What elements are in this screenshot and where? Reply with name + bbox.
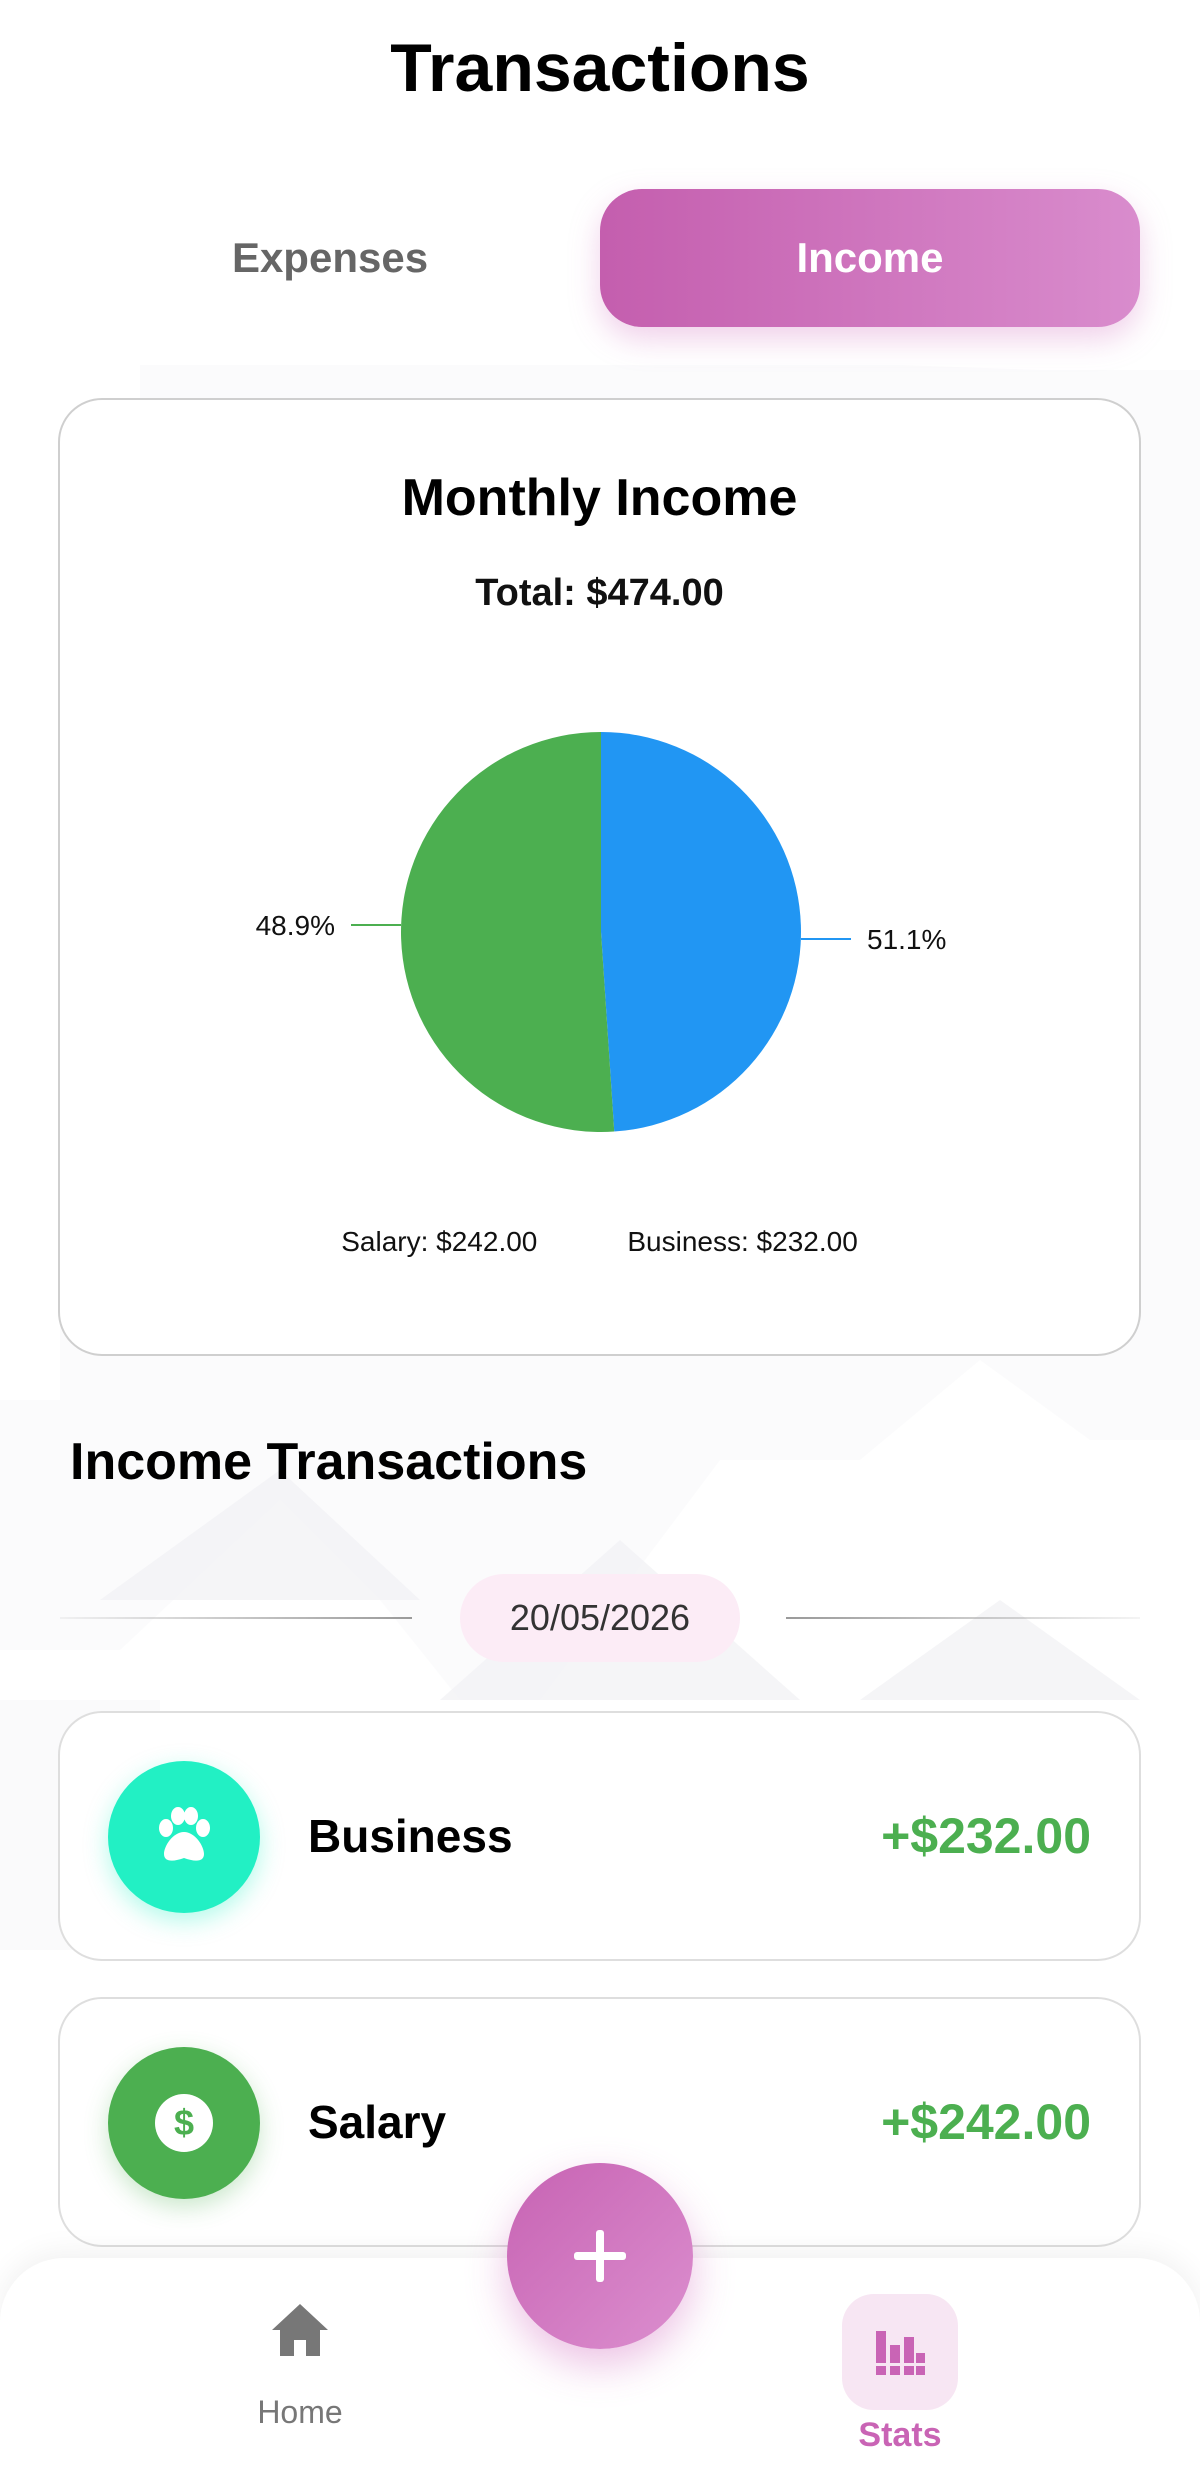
svg-text:$: $ — [174, 2102, 194, 2143]
pie-percent-label: 48.9% — [256, 910, 335, 941]
tab-expenses[interactable]: Expenses — [60, 189, 600, 327]
chart-legend: Salary: $242.00 Business: $232.00 — [60, 1226, 1139, 1258]
date-divider-right — [786, 1617, 1140, 1619]
transaction-amount: +$232.00 — [881, 1808, 1091, 1864]
category-icon-circle — [108, 1761, 260, 1913]
pie-slice-salary — [400, 732, 615, 1132]
legend-salary: Salary: $242.00 — [341, 1226, 538, 1257]
pie-slice-business — [601, 732, 801, 1132]
pie-chart: 51.1% 48.9% — [256, 732, 946, 1132]
pie-percent-label: 51.1% — [867, 924, 946, 955]
dollar-icon: $ — [155, 2094, 213, 2152]
income-chart-card: Monthly Income Total: $474.00 51.1% 48.9%… — [58, 398, 1141, 1356]
transaction-name: Salary — [308, 2096, 447, 2148]
stats-active-indicator — [842, 2294, 958, 2410]
section-title: Income Transactions — [70, 1433, 588, 1491]
plus-icon — [574, 2230, 626, 2282]
nav-stats[interactable]: Stats — [820, 2278, 980, 2470]
transaction-card[interactable]: Business +$232.00 — [58, 1711, 1141, 1961]
nav-home-label: Home — [257, 2394, 343, 2430]
add-transaction-button[interactable] — [507, 2163, 693, 2349]
home-icon — [272, 2304, 328, 2356]
tab-income[interactable]: Income — [600, 189, 1140, 327]
category-icon-circle: $ — [108, 2047, 260, 2199]
date-chip: 20/05/2026 — [460, 1574, 740, 1662]
app-screen: Transactions Expenses Income Monthly Inc… — [0, 0, 1200, 2470]
legend-business: Business: $232.00 — [627, 1226, 858, 1257]
nav-home[interactable]: Home — [220, 2298, 380, 2448]
paw-icon — [159, 1807, 210, 1861]
transaction-name: Business — [308, 1810, 513, 1862]
transaction-amount: +$242.00 — [881, 2094, 1091, 2150]
nav-stats-label: Stats — [858, 2416, 942, 2454]
page-title: Transactions — [390, 30, 810, 106]
date-divider-left — [60, 1617, 412, 1619]
bar-chart-icon — [876, 2331, 925, 2375]
